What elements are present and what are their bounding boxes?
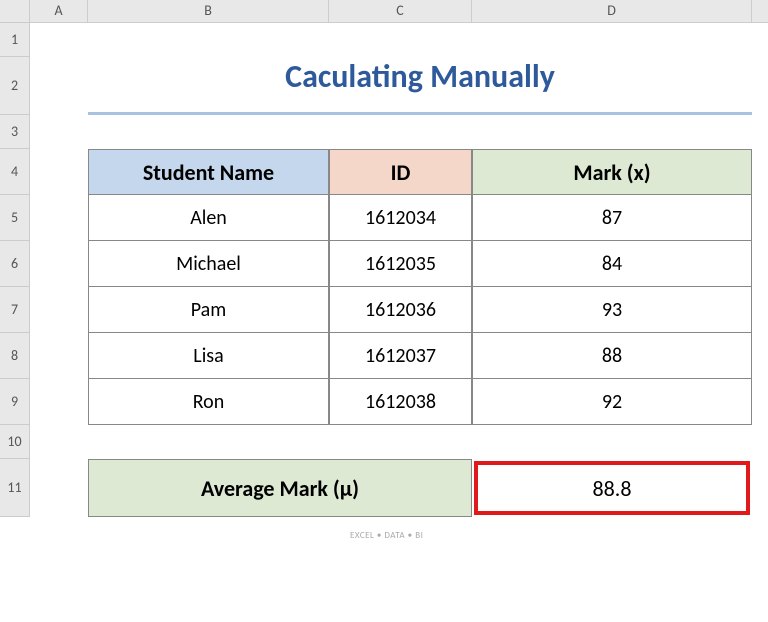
select-all-corner[interactable] <box>0 0 30 22</box>
average-label[interactable]: Average Mark (μ) <box>88 459 472 517</box>
table-row[interactable]: 1612038 <box>329 379 472 425</box>
row-header-4[interactable]: 4 <box>0 149 30 195</box>
table-row[interactable]: 1612035 <box>329 241 472 287</box>
cell-A1[interactable] <box>30 23 88 57</box>
row-header-7[interactable]: 7 <box>0 287 30 333</box>
cell-D10[interactable] <box>472 425 752 459</box>
table-row[interactable]: 87 <box>472 195 752 241</box>
cell-A7[interactable] <box>30 287 88 333</box>
table-row[interactable]: Alen <box>88 195 329 241</box>
cell-D1[interactable] <box>472 23 752 57</box>
col-header-D[interactable]: D <box>472 0 752 22</box>
page-title: Caculating Manually <box>88 57 752 115</box>
table-header-mark[interactable]: Mark (x) <box>472 149 752 195</box>
row-header-6[interactable]: 6 <box>0 241 30 287</box>
row-header-1[interactable]: 1 <box>0 23 30 57</box>
cell-B3[interactable] <box>88 115 329 149</box>
cell-C1[interactable] <box>329 23 472 57</box>
cell-A6[interactable] <box>30 241 88 287</box>
table-row[interactable]: Michael <box>88 241 329 287</box>
table-row[interactable]: 84 <box>472 241 752 287</box>
table-row[interactable]: 1612036 <box>329 287 472 333</box>
table-row[interactable]: Lisa <box>88 333 329 379</box>
row-header-10[interactable]: 10 <box>0 425 30 459</box>
cell-B10[interactable] <box>88 425 329 459</box>
row-header-9[interactable]: 9 <box>0 379 30 425</box>
table-row[interactable]: 92 <box>472 379 752 425</box>
row-header-3[interactable]: 3 <box>0 115 30 149</box>
table-header-id[interactable]: ID <box>329 149 472 195</box>
table-row[interactable]: 93 <box>472 287 752 333</box>
cell-A5[interactable] <box>30 195 88 241</box>
table-row[interactable]: Ron <box>88 379 329 425</box>
col-header-B[interactable]: B <box>88 0 329 22</box>
cell-A2[interactable] <box>30 57 88 115</box>
cell-A4[interactable] <box>30 149 88 195</box>
cell-C10[interactable] <box>329 425 472 459</box>
cell-A3[interactable] <box>30 115 88 149</box>
table-row[interactable]: 1612034 <box>329 195 472 241</box>
row-header-2[interactable]: 2 <box>0 57 30 115</box>
average-value: 88.8 <box>474 461 750 515</box>
column-headers: A B C D <box>0 0 768 23</box>
cell-A10[interactable] <box>30 425 88 459</box>
row-header-11[interactable]: 11 <box>0 459 30 517</box>
cell-B1[interactable] <box>88 23 329 57</box>
col-header-A[interactable]: A <box>30 0 88 22</box>
watermark: EXCEL • DATA • BI <box>350 530 423 541</box>
table-row[interactable]: Pam <box>88 287 329 333</box>
table-row[interactable]: 88 <box>472 333 752 379</box>
cell-A8[interactable] <box>30 333 88 379</box>
cell-C3[interactable] <box>329 115 472 149</box>
row-header-5[interactable]: 5 <box>0 195 30 241</box>
cell-A11[interactable] <box>30 459 88 517</box>
cell-A9[interactable] <box>30 379 88 425</box>
table-header-name[interactable]: Student Name <box>88 149 329 195</box>
table-row[interactable]: 1612037 <box>329 333 472 379</box>
col-header-C[interactable]: C <box>329 0 472 22</box>
average-value-cell[interactable]: 88.8 <box>472 459 752 517</box>
row-header-8[interactable]: 8 <box>0 333 30 379</box>
cell-D3[interactable] <box>472 115 752 149</box>
